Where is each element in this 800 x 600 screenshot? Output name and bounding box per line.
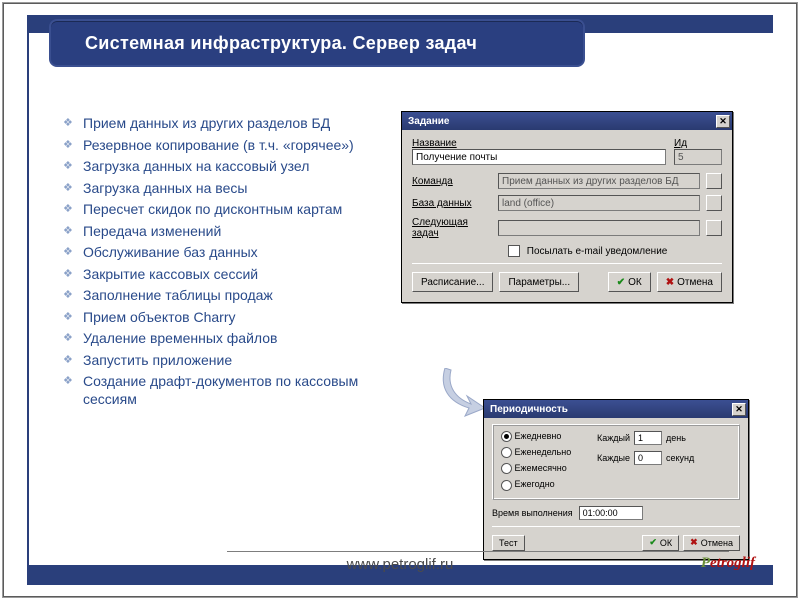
list-item: Удаление временных файлов [63,330,371,348]
list-item: Запустить приложение [63,352,371,370]
list-item: Передача изменений [63,223,371,241]
schedule-button[interactable]: Расписание... [412,272,493,292]
list-item: Загрузка данных на кассовый узел [63,158,371,176]
cancel-icon: ✖ [690,537,698,548]
ok-button[interactable]: ✔ОК [608,272,651,292]
next-task-field [498,220,700,236]
separator [412,263,722,264]
label-name: Название [412,138,666,149]
id-field [674,149,722,165]
email-checkbox[interactable] [508,245,520,257]
label-command: Команда [412,176,492,187]
cancel-button[interactable]: ✖Отмена [657,272,722,292]
command-field [498,173,700,189]
label-id: Ид [674,138,722,149]
ok-button[interactable]: ✔ОК [642,535,679,551]
check-icon: ✔ [649,537,657,548]
periodicity-dialog-title: Периодичность [490,404,568,415]
every-day-field[interactable] [634,431,662,445]
label-monthly: Ежемесячно [515,463,567,473]
label-email: Посылать e-mail уведомление [527,246,668,257]
footer-url: www.petroglif.ru [3,556,797,573]
label-every-sec: Каждые [597,453,630,463]
cancel-button[interactable]: ✖Отмена [683,535,740,551]
left-stripe [27,15,29,585]
next-task-picker-button[interactable] [706,220,722,236]
footer-rule [227,551,729,552]
command-picker-button[interactable] [706,173,722,189]
petroglif-logo: Petroglif [701,555,755,572]
check-icon: ✔ [617,277,625,288]
periodicity-dialog-titlebar: Периодичность ✕ [484,400,748,418]
list-item: Резервное копирование (в т.ч. «горячее») [63,137,371,155]
bullet-list: Прием данных из других разделов БД Резер… [63,115,371,412]
label-daily: Ежедневно [515,431,562,441]
list-item: Прием объектов Charry [63,309,371,327]
radio-weekly[interactable] [501,447,512,458]
db-field [498,195,700,211]
db-picker-button[interactable] [706,195,722,211]
label-unit-sec: секунд [666,453,694,463]
label-every: Каждый [597,433,630,443]
params-button[interactable]: Параметры... [499,272,579,292]
every-sec-field[interactable] [634,451,662,465]
test-button[interactable]: Тест [492,535,525,551]
label-weekly: Еженедельно [515,447,572,457]
radio-yearly[interactable] [501,480,512,491]
task-dialog-title: Задание [408,116,449,127]
list-item: Загрузка данных на весы [63,180,371,198]
frequency-group: Ежедневно Еженедельно Ежемесячно Ежегодн… [492,424,740,500]
label-db: База данных [412,198,492,209]
list-item: Прием данных из других разделов БД [63,115,371,133]
label-runtime: Время выполнения [492,508,573,518]
task-dialog-titlebar: Задание ✕ [402,112,732,130]
separator [492,526,740,527]
close-icon[interactable]: ✕ [732,403,746,416]
label-unit-day: день [666,433,686,443]
label-next: Следующая задач [412,217,492,239]
list-item: Обслуживание баз данных [63,244,371,262]
list-item: Пересчет скидок по дисконтным картам [63,201,371,219]
list-item: Заполнение таблицы продаж [63,287,371,305]
name-field[interactable] [412,149,666,165]
slide-frame: Системная инфраструктура. Сервер задач П… [2,2,798,598]
runtime-field[interactable] [579,506,643,520]
label-yearly: Ежегодно [515,479,555,489]
radio-monthly[interactable] [501,463,512,474]
periodicity-dialog: Периодичность ✕ Ежедневно Еженедельно Еж… [483,399,749,560]
slide-title: Системная инфраструктура. Сервер задач [49,19,585,67]
list-item: Создание драфт-документов по кассовым се… [63,373,371,408]
cancel-icon: ✖ [666,277,674,288]
radio-daily[interactable] [501,431,512,442]
list-item: Закрытие кассовых сессий [63,266,371,284]
task-dialog: Задание ✕ Название Ид Команда [401,111,733,303]
close-icon[interactable]: ✕ [716,115,730,128]
